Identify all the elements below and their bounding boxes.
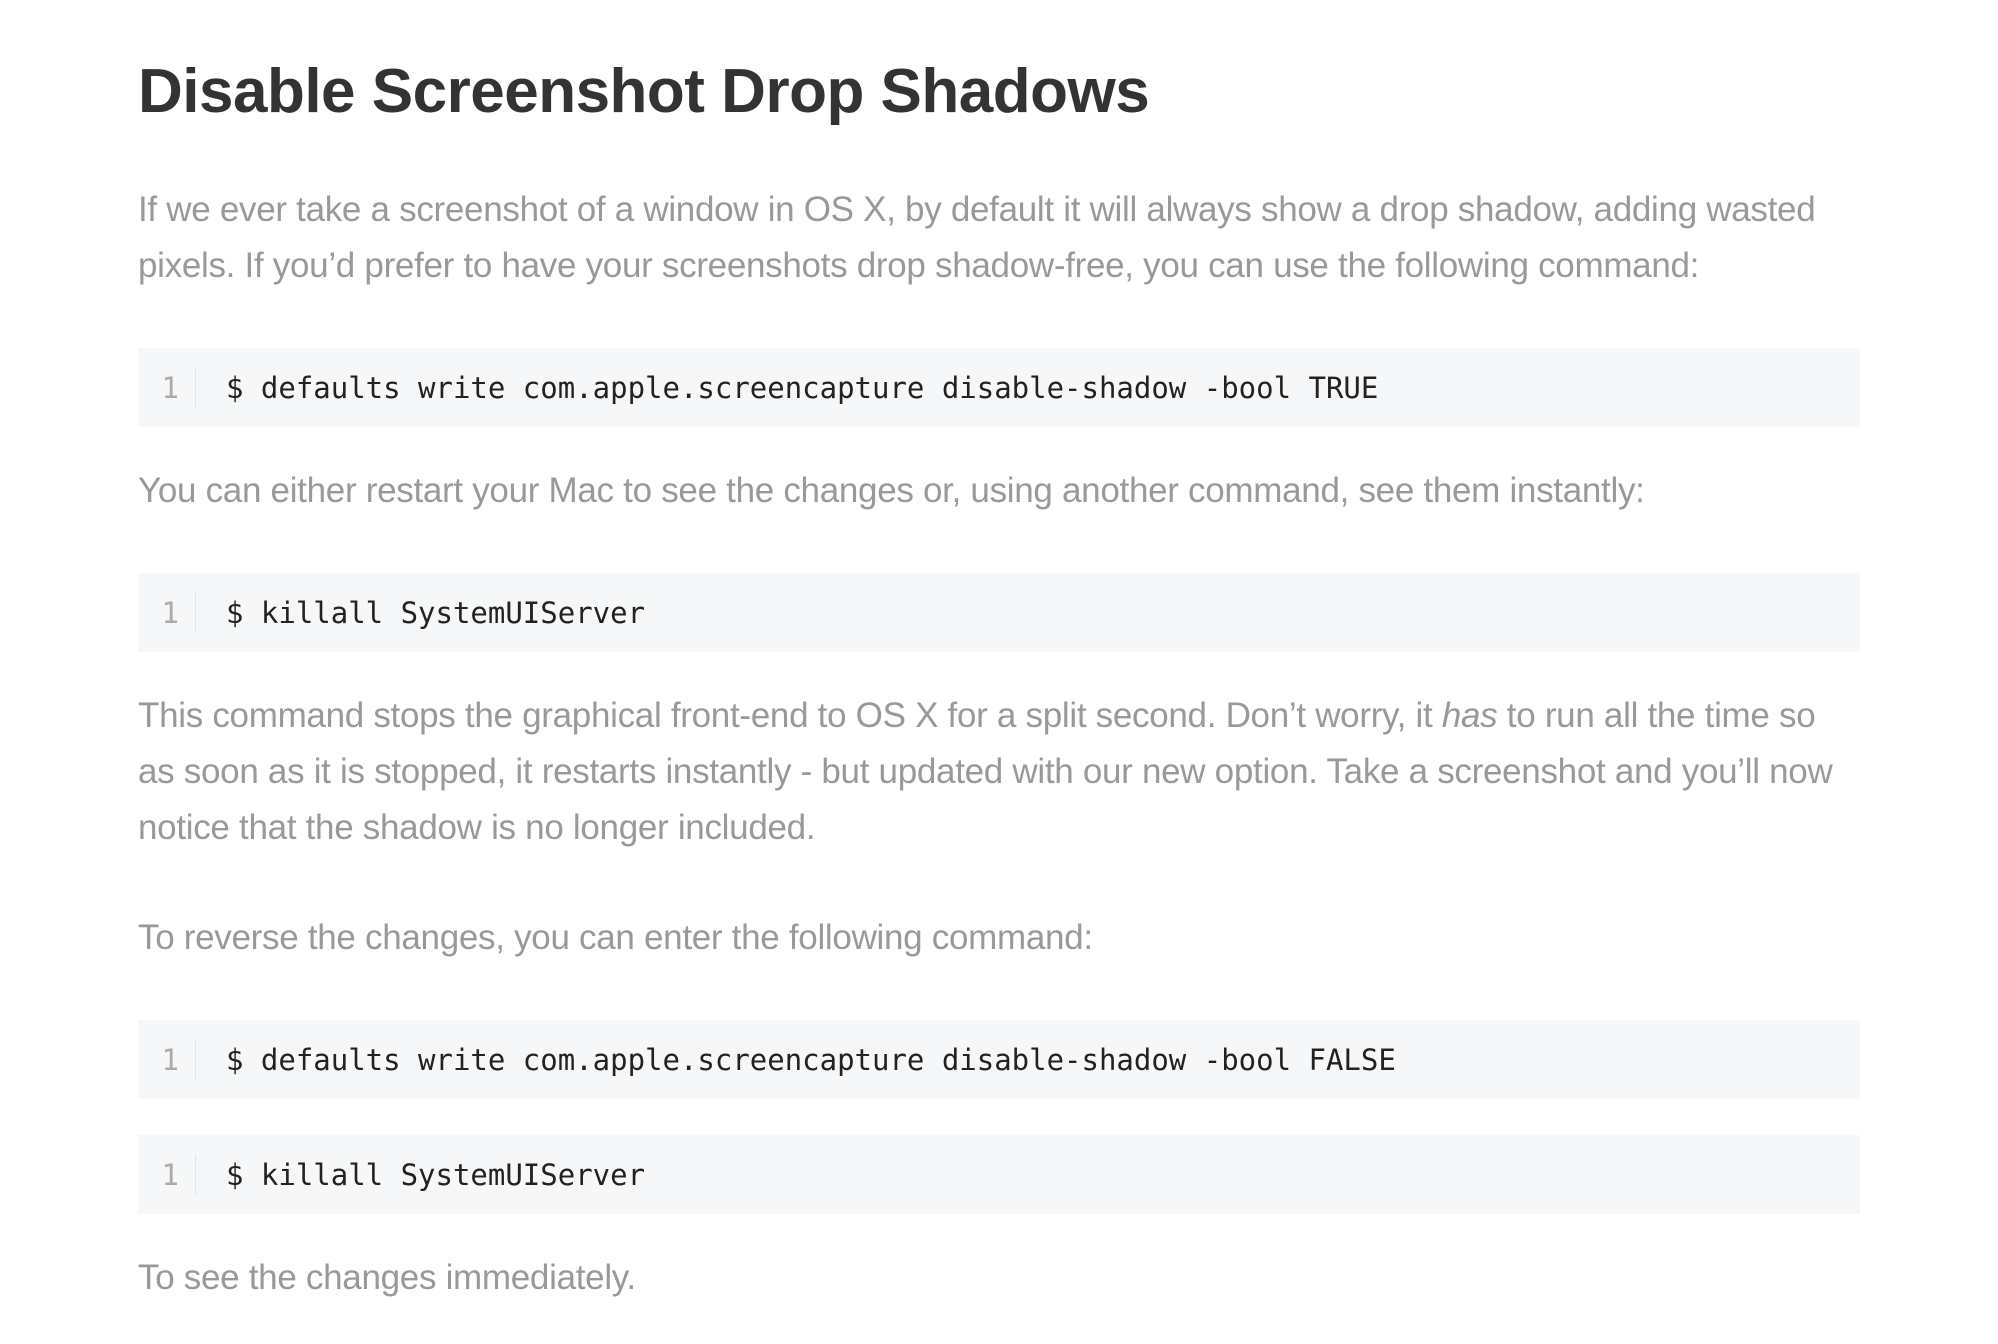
code-line[interactable]: $ killall SystemUIServer <box>226 1155 645 1195</box>
code-line[interactable]: $ defaults write com.apple.screencapture… <box>226 1040 1396 1080</box>
line-number: 1 <box>138 367 196 408</box>
line-number: 1 <box>138 1154 196 1195</box>
restart-paragraph: You can either restart your Mac to see t… <box>138 471 1645 510</box>
article-title: Disable Screenshot Drop Shadows <box>138 57 1150 126</box>
line-number: 1 <box>138 592 196 633</box>
intro-paragraph: If we ever take a screenshot of a window… <box>138 190 1816 285</box>
code-line[interactable]: $ defaults write com.apple.screencapture… <box>226 368 1378 408</box>
explanation-text-before: This command stops the graphical front-e… <box>138 696 1442 735</box>
closing-paragraph: To see the changes immediately. <box>138 1258 636 1297</box>
line-number: 1 <box>138 1039 196 1080</box>
reverse-paragraph: To reverse the changes, you can enter th… <box>138 918 1093 957</box>
code-block-killall-2[interactable]: 1 $ killall SystemUIServer <box>138 1135 1860 1214</box>
code-block-enable-shadow[interactable]: 1 $ defaults write com.apple.screencaptu… <box>138 1020 1860 1099</box>
code-block-killall[interactable]: 1 $ killall SystemUIServer <box>138 573 1860 652</box>
explanation-emphasis: has <box>1441 696 1498 735</box>
explanation-paragraph: This command stops the graphical front-e… <box>138 688 1860 856</box>
code-block-disable-shadow[interactable]: 1 $ defaults write com.apple.screencaptu… <box>138 348 1860 427</box>
code-line[interactable]: $ killall SystemUIServer <box>226 593 645 633</box>
